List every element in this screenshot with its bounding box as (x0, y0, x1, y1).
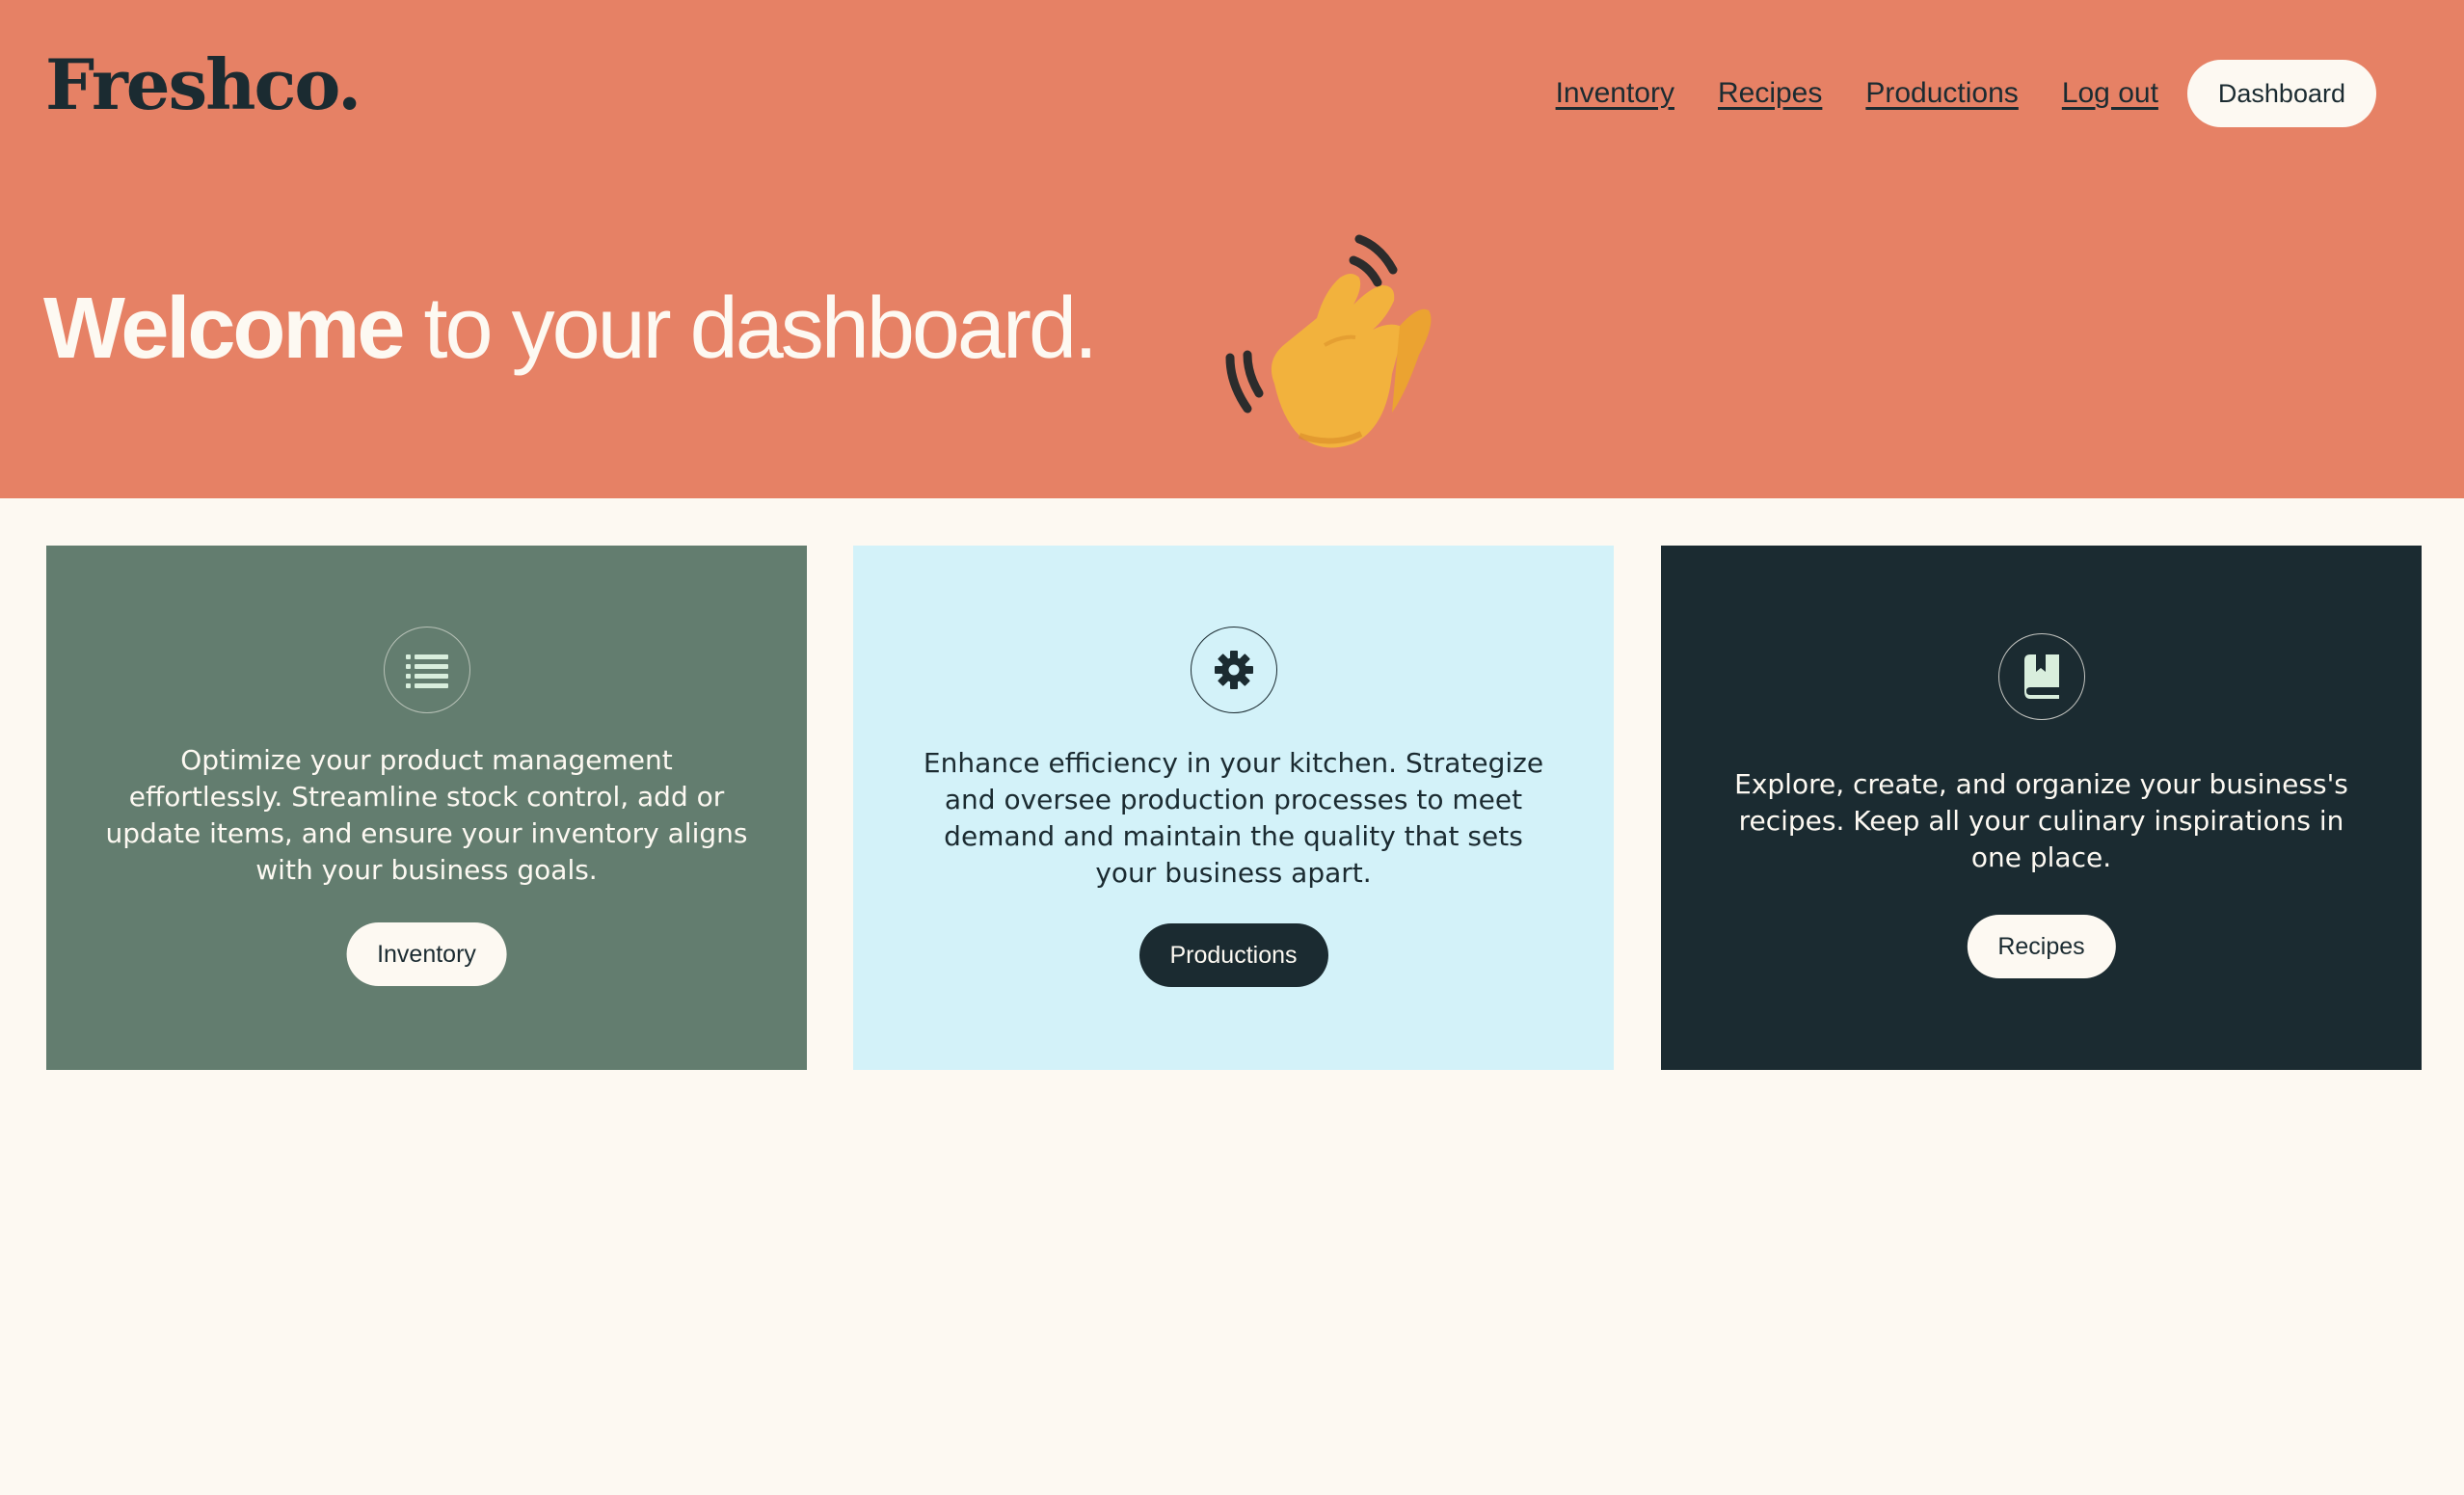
nav-link-inventory[interactable]: Inventory (1556, 77, 1674, 110)
list-icon (405, 654, 448, 688)
productions-card: Enhance efficiency in your kitchen. Stra… (853, 546, 1614, 1070)
nav-link-productions[interactable]: Productions (1865, 77, 2018, 110)
nav-link-logout[interactable]: Log out (2062, 77, 2158, 110)
page-title: Welcome to your dashboard. (43, 285, 1098, 372)
hero-header: Freshco. Inventory Recipes Productions L… (0, 0, 2464, 498)
dashboard-button[interactable]: Dashboard (2186, 60, 2376, 127)
main-nav: Inventory Recipes Productions Log out Da… (1556, 60, 2376, 127)
inventory-card: Optimize your product management effortl… (46, 546, 807, 1070)
inventory-button[interactable]: Inventory (346, 922, 507, 986)
logo[interactable]: Freshco. (45, 50, 362, 120)
gear-icon-circle (1190, 627, 1277, 713)
page-title-rest: to your dashboard. (402, 280, 1099, 377)
gear-icon (1214, 651, 1253, 689)
recipes-button[interactable]: Recipes (1967, 915, 2116, 978)
book-bookmark-icon (2023, 654, 2059, 699)
productions-button[interactable]: Productions (1138, 923, 1328, 987)
recipes-card-description: Explore, create, and organize your busin… (1734, 768, 2348, 873)
waving-hand-icon (1225, 234, 1432, 448)
productions-card-description: Enhance efficiency in your kitchen. Stra… (923, 747, 1544, 889)
list-icon-circle (383, 627, 470, 713)
book-icon-circle (1997, 633, 2085, 720)
inventory-card-description: Optimize your product management effortl… (105, 744, 748, 886)
nav-link-recipes[interactable]: Recipes (1718, 77, 1822, 110)
page-title-bold: Welcome (43, 280, 405, 377)
recipes-card: Explore, create, and organize your busin… (1661, 546, 2422, 1070)
